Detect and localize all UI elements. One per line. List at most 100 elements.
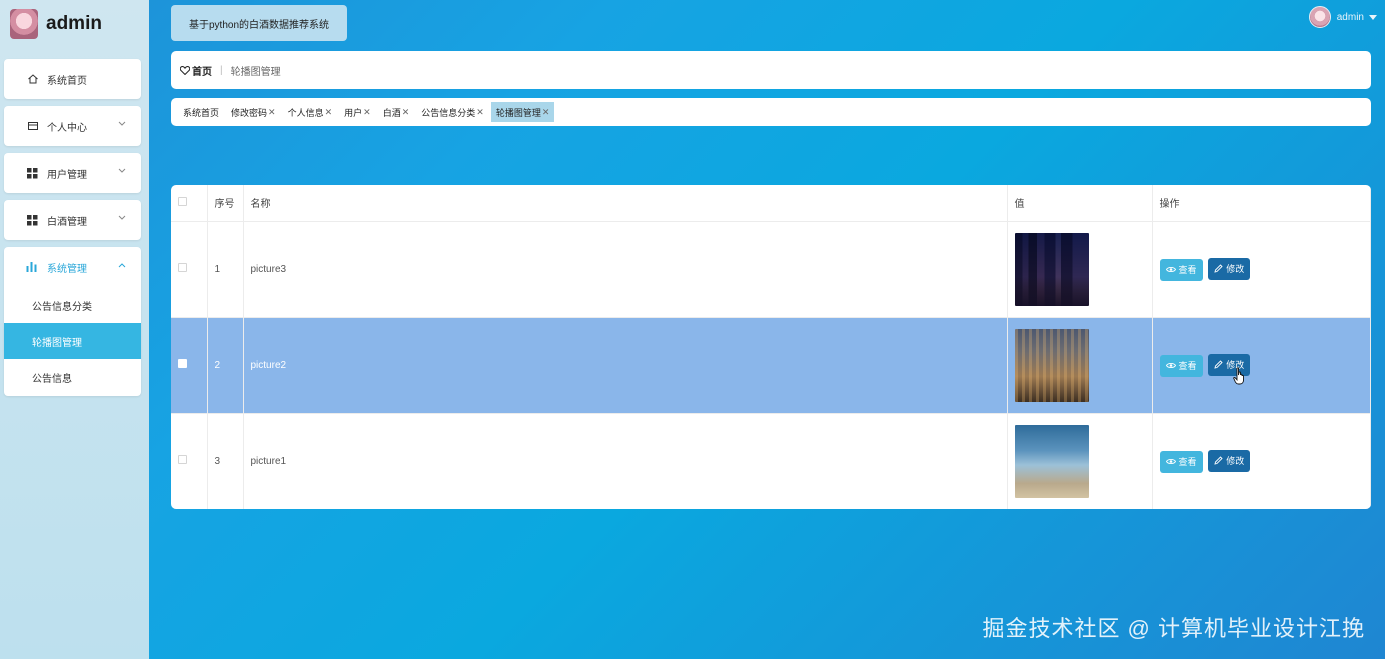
- tab-label: 轮播图管理: [495, 107, 541, 118]
- tab-user[interactable]: 用户 ✕: [339, 102, 376, 122]
- row-actions: 查看 修改: [1152, 317, 1371, 414]
- row-checkbox[interactable]: [178, 455, 187, 464]
- view-button-label: 查看: [1178, 361, 1197, 371]
- row-checkbox[interactable]: [178, 263, 187, 272]
- close-icon[interactable]: ✕: [363, 107, 371, 118]
- row-actions: 查看 修改: [1152, 221, 1371, 318]
- tab-change-password[interactable]: 修改密码 ✕: [226, 102, 281, 122]
- chevron-down-icon: [118, 119, 126, 130]
- breadcrumb-separator: |: [220, 64, 223, 76]
- eye-icon: [1165, 459, 1176, 464]
- edit-button-label: 修改: [1226, 264, 1245, 274]
- breadcrumb: 首页 | 轮播图管理: [171, 51, 1371, 89]
- home-icon: [26, 73, 39, 86]
- row-index: 2: [207, 317, 244, 414]
- row-index: 3: [207, 413, 244, 509]
- close-icon[interactable]: ✕: [268, 107, 276, 118]
- sidebar-subitem-carousel-management[interactable]: 轮播图管理: [4, 323, 141, 359]
- view-button[interactable]: 查看: [1159, 258, 1203, 281]
- table-header-row: 序号 名称 值 操作: [171, 185, 1371, 222]
- caret-down-icon: [1369, 13, 1377, 22]
- close-icon[interactable]: ✕: [325, 107, 333, 118]
- sidebar-item-baijiu-management[interactable]: 白酒管理: [4, 200, 141, 240]
- carousel-image-thumbnail[interactable]: [1014, 232, 1089, 306]
- table-row[interactable]: 2 picture2 查看 修改: [171, 317, 1371, 414]
- system-title: 基于python的白酒数据推荐系统: [171, 5, 347, 41]
- edit-button[interactable]: 修改: [1208, 449, 1251, 472]
- brand: admin: [10, 8, 102, 40]
- pencil-icon: [1214, 360, 1223, 369]
- select-all-cell: [171, 185, 208, 222]
- avatar: [1308, 6, 1331, 28]
- tab-home[interactable]: 系统首页: [178, 102, 224, 122]
- tab-baijiu[interactable]: 白酒 ✕: [378, 102, 415, 122]
- sidebar-item-personal-center[interactable]: 个人中心: [4, 106, 141, 146]
- row-name: picture3: [243, 221, 1008, 318]
- watermark: 掘金技术社区 @ 计算机毕业设计江挽: [982, 616, 1365, 641]
- breadcrumb-home-label: 首页: [192, 66, 212, 78]
- sidebar-item-home[interactable]: 系统首页: [4, 59, 141, 99]
- edit-button-label: 修改: [1226, 456, 1245, 466]
- chevron-down-icon: [118, 166, 126, 177]
- view-button[interactable]: 查看: [1159, 450, 1203, 473]
- close-icon[interactable]: ✕: [476, 107, 484, 118]
- grid-icon: [26, 214, 39, 227]
- sidebar-item-user-management[interactable]: 用户管理: [4, 153, 141, 193]
- tab-label: 用户: [344, 107, 363, 118]
- carousel-image-thumbnail[interactable]: [1014, 328, 1089, 402]
- sidebar-item-label: 用户管理: [47, 169, 87, 181]
- sidebar-item-label: 系统管理: [47, 263, 87, 275]
- breadcrumb-current: 轮播图管理: [230, 66, 281, 78]
- column-header-actions: 操作: [1152, 185, 1371, 222]
- data-table: 序号 名称 值 操作 1 picture3 查看 修改 2 picture2 查…: [171, 185, 1371, 509]
- card-icon: [26, 120, 39, 133]
- row-select-cell: [171, 413, 208, 509]
- sidebar-item-system-management[interactable]: 系统管理: [4, 247, 141, 287]
- view-button-label: 查看: [1178, 265, 1197, 275]
- row-index: 1: [207, 221, 244, 318]
- user-menu[interactable]: admin: [1308, 6, 1377, 28]
- sidebar-item-label: 白酒管理: [47, 216, 87, 228]
- column-header-value: 值: [1007, 185, 1153, 222]
- tabs-bar: 系统首页 修改密码 ✕ 个人信息 ✕ 用户 ✕ 白酒 ✕ 公告信息分类 ✕ 轮播图管理 ✕: [171, 98, 1371, 126]
- heart-icon: [180, 65, 190, 75]
- hand-pointer-icon: [1233, 367, 1247, 388]
- brand-title: admin: [46, 13, 102, 34]
- view-button[interactable]: 查看: [1159, 354, 1203, 377]
- tab-label: 白酒: [382, 107, 401, 118]
- view-button-label: 查看: [1178, 457, 1197, 467]
- sidebar: admin 系统首页 个人中心 用户管理 白酒管理 系统管理 公告信息分类 轮播…: [0, 0, 149, 659]
- row-select-cell: [171, 317, 208, 414]
- brand-avatar: [10, 9, 38, 39]
- grid-icon: [26, 167, 39, 180]
- sidebar-item-label: 系统首页: [47, 75, 87, 87]
- row-name: picture1: [243, 413, 1008, 509]
- edit-button[interactable]: 修改: [1208, 257, 1251, 280]
- row-checkbox[interactable]: [178, 359, 187, 368]
- table-row[interactable]: 3 picture1 查看 修改: [171, 413, 1371, 509]
- sidebar-subitem-notice[interactable]: 公告信息: [4, 359, 141, 395]
- tab-label: 公告信息分类: [421, 107, 476, 118]
- table-row[interactable]: 1 picture3 查看 修改: [171, 221, 1371, 318]
- close-icon[interactable]: ✕: [542, 107, 550, 118]
- row-actions: 查看 修改: [1152, 413, 1371, 509]
- tab-label: 个人信息: [287, 107, 324, 118]
- tab-label: 修改密码: [231, 107, 268, 118]
- eye-icon: [1165, 363, 1176, 368]
- carousel-image-thumbnail[interactable]: [1014, 424, 1089, 498]
- breadcrumb-home[interactable]: 首页: [180, 63, 212, 78]
- tab-notice-category[interactable]: 公告信息分类 ✕: [416, 102, 489, 122]
- column-header-index: 序号: [207, 185, 244, 222]
- row-name: picture2: [243, 317, 1008, 414]
- close-icon[interactable]: ✕: [402, 107, 410, 118]
- chevron-up-icon: [118, 260, 126, 271]
- row-select-cell: [171, 221, 208, 318]
- sidebar-subitem-notice-category[interactable]: 公告信息分类: [4, 287, 141, 323]
- select-all-checkbox[interactable]: [178, 196, 187, 206]
- tab-carousel-management[interactable]: 轮播图管理 ✕: [490, 102, 555, 122]
- tab-personal-info[interactable]: 个人信息 ✕: [283, 102, 338, 122]
- row-value-cell: [1007, 221, 1153, 318]
- row-value-cell: [1007, 317, 1153, 414]
- row-value-cell: [1007, 413, 1153, 509]
- pencil-icon: [1214, 264, 1223, 273]
